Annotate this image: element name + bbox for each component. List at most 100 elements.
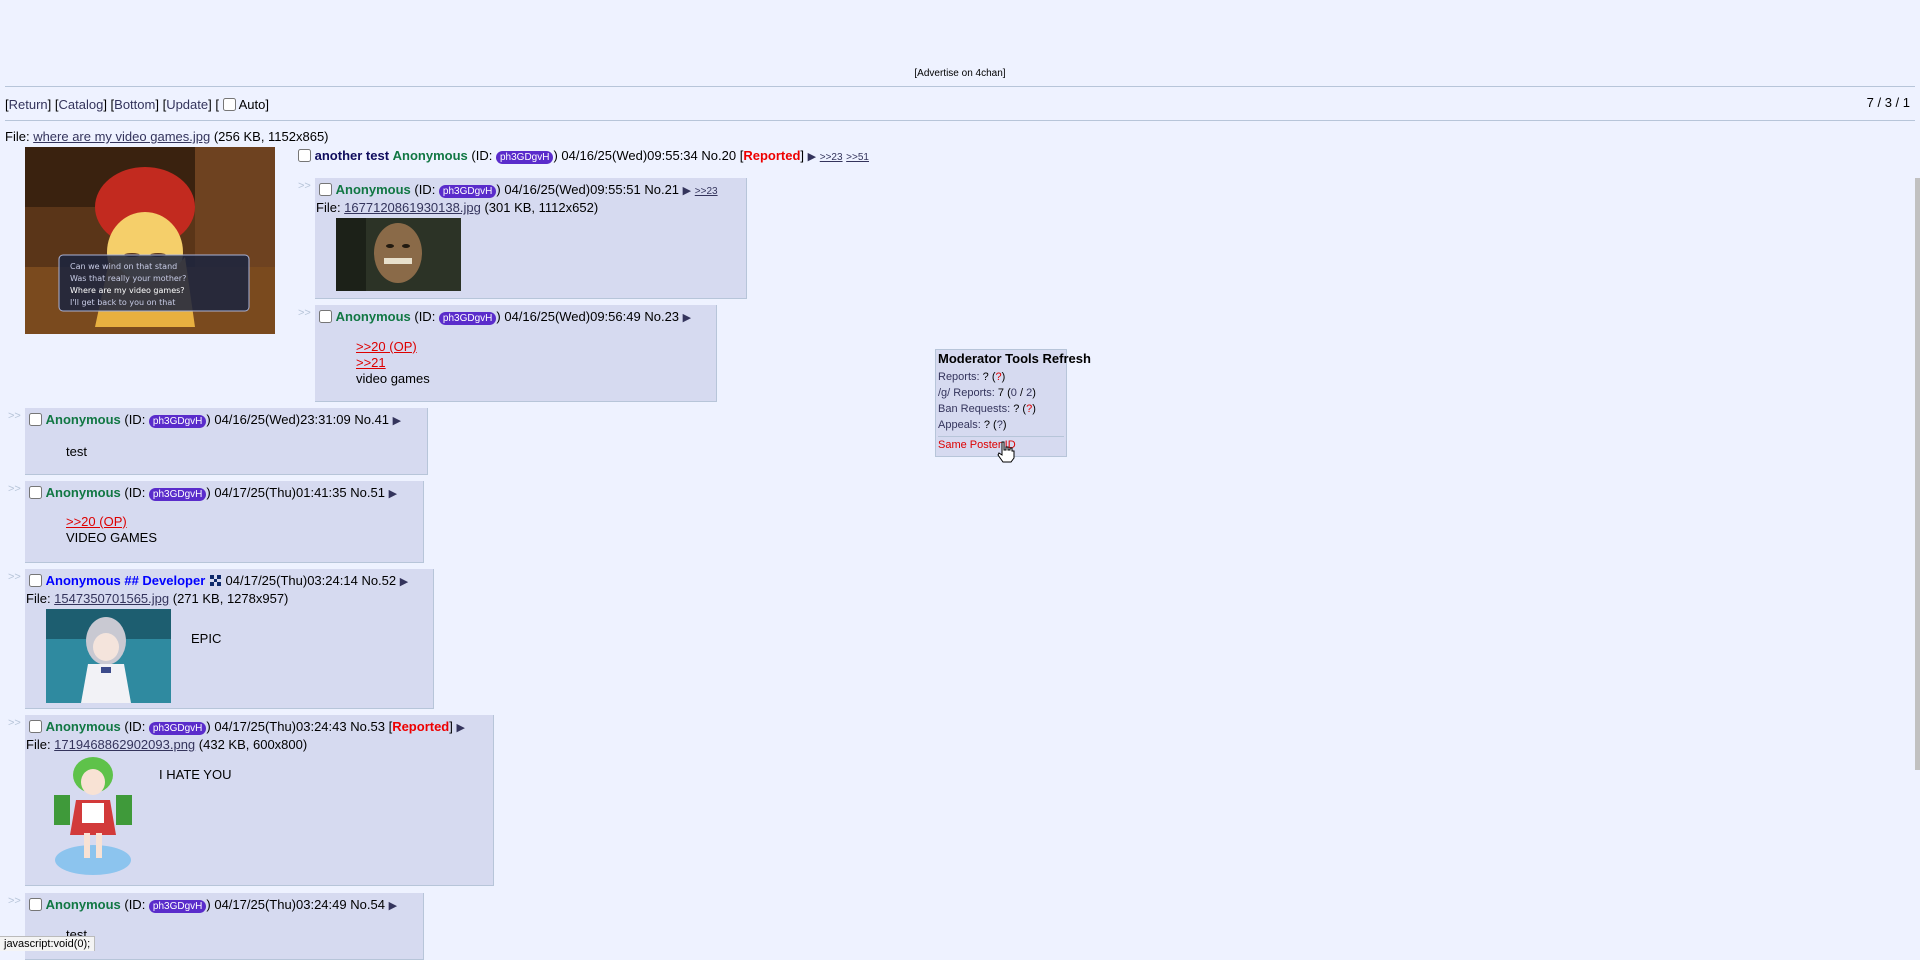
post-info: Anonymous ## Developer 04/17/25(Thu)03:2… bbox=[29, 573, 408, 588]
op-file-info: File: where are my video games.jpg (256 … bbox=[5, 129, 329, 144]
post-file-link[interactable]: 1677120861930138.jpg bbox=[344, 200, 481, 215]
post-thumbnail[interactable] bbox=[46, 609, 171, 703]
poster-id[interactable]: ph3GDgvH bbox=[148, 722, 207, 735]
post-info: Anonymous (ID: ph3GDgvH) 04/16/25(Wed)09… bbox=[319, 182, 718, 198]
post-file-link[interactable]: 1547350701565.jpg bbox=[54, 591, 169, 606]
g-reports-link[interactable]: /g/ Reports: bbox=[938, 387, 995, 399]
reply-post-51: Anonymous (ID: ph3GDgvH) 04/17/25(Thu)01… bbox=[25, 481, 424, 563]
post-thumbnail[interactable] bbox=[336, 218, 461, 291]
poster-id[interactable]: ph3GDgvH bbox=[148, 415, 207, 428]
quote-link-op[interactable]: >>20 (OP) bbox=[356, 339, 417, 354]
post-number[interactable]: No.53 bbox=[350, 719, 385, 734]
page-scrollbar[interactable] bbox=[1915, 178, 1920, 770]
post-number[interactable]: No.41 bbox=[354, 412, 389, 427]
reports-q: ? bbox=[995, 371, 1002, 383]
post-file-info: File: 1719468862902093.png (432 KB, 600x… bbox=[26, 737, 308, 752]
post-select-checkbox[interactable] bbox=[319, 183, 332, 196]
post-select-checkbox[interactable] bbox=[29, 898, 42, 911]
op-reported-badge: Reported bbox=[743, 148, 801, 163]
side-arrows: >> bbox=[8, 410, 21, 422]
divider-top bbox=[5, 86, 1915, 87]
mod-tools-title: Moderator Tools Refresh bbox=[938, 351, 1091, 366]
post-select-checkbox[interactable] bbox=[29, 413, 42, 426]
side-arrows: >> bbox=[8, 717, 21, 729]
op-thumbnail[interactable]: Can we wind on that stand Was that reall… bbox=[25, 147, 275, 334]
post-thumbnail[interactable] bbox=[46, 755, 140, 880]
advertise-link-wrapper: [Advertise on 4chan] bbox=[0, 68, 1920, 79]
post-backlink[interactable]: >>23 bbox=[695, 186, 718, 197]
op-post-number[interactable]: No.20 bbox=[701, 148, 736, 163]
mod-reports-row: Reports: ? (?) bbox=[938, 371, 1006, 383]
op-name: Anonymous bbox=[392, 148, 468, 163]
mod-appeals-row: Appeals: ? (?) bbox=[938, 419, 1007, 431]
bottom-link[interactable]: Bottom bbox=[114, 97, 155, 112]
post-file-info: File: 1547350701565.jpg (271 KB, 1278x95… bbox=[26, 591, 289, 606]
poster-id[interactable]: ph3GDgvH bbox=[148, 900, 207, 913]
quote-link-21[interactable]: >>21 bbox=[356, 355, 386, 370]
return-link[interactable]: Return bbox=[9, 97, 48, 112]
post-select-checkbox[interactable] bbox=[29, 486, 42, 499]
mod-g-reports-row: /g/ Reports: 7 (0 / 2) bbox=[938, 387, 1036, 399]
side-arrows: >> bbox=[8, 571, 21, 583]
quote-link-op[interactable]: >>20 (OP) bbox=[66, 514, 127, 529]
poster-id[interactable]: ph3GDgvH bbox=[438, 185, 497, 198]
post-number[interactable]: No.23 bbox=[644, 309, 679, 324]
op-datetime: 04/16/25(Wed)09:55:34 bbox=[561, 148, 698, 163]
post-menu-arrow-icon[interactable]: ▶ bbox=[683, 312, 691, 324]
reply-post-52: Anonymous ## Developer 04/17/25(Thu)03:2… bbox=[25, 569, 434, 709]
mod-refresh-button[interactable]: Refresh bbox=[1043, 351, 1091, 366]
op-poster-id[interactable]: ph3GDgvH bbox=[495, 151, 554, 164]
update-link[interactable]: Update bbox=[166, 97, 208, 112]
post-file-meta: (301 KB, 1112x652) bbox=[484, 200, 599, 215]
op-menu-arrow-icon[interactable]: ▶ bbox=[808, 151, 816, 163]
post-datetime: 04/16/25(Wed)23:31:09 bbox=[214, 412, 351, 427]
thumb-caption-3: Where are my video games? bbox=[70, 286, 185, 295]
poster-id[interactable]: ph3GDgvH bbox=[148, 488, 207, 501]
post-menu-arrow-icon[interactable]: ▶ bbox=[683, 185, 691, 197]
post-info: Anonymous (ID: ph3GDgvH) 04/16/25(Wed)09… bbox=[319, 309, 691, 325]
ban-value: ? bbox=[1013, 403, 1020, 415]
post-select-checkbox[interactable] bbox=[29, 720, 42, 733]
side-arrows: >> bbox=[8, 483, 21, 495]
post-file-link[interactable]: 1719468862902093.png bbox=[54, 737, 195, 752]
reply-post-41: Anonymous (ID: ph3GDgvH) 04/16/25(Wed)23… bbox=[25, 408, 428, 475]
op-select-checkbox[interactable] bbox=[298, 149, 311, 162]
post-select-checkbox[interactable] bbox=[29, 574, 42, 587]
catalog-link[interactable]: Catalog bbox=[59, 97, 104, 112]
post-menu-arrow-icon[interactable]: ▶ bbox=[393, 415, 401, 427]
post-menu-arrow-icon[interactable]: ▶ bbox=[389, 488, 397, 500]
post-datetime: 04/16/25(Wed)09:56:49 bbox=[504, 309, 641, 324]
post-number[interactable]: No.54 bbox=[350, 897, 385, 912]
poster-name-developer: Anonymous ## Developer bbox=[45, 573, 206, 588]
post-message: >>20 (OP) VIDEO GAMES bbox=[66, 514, 157, 546]
poster-name: Anonymous bbox=[45, 897, 121, 912]
post-number[interactable]: No.52 bbox=[361, 573, 396, 588]
reply-post-21: Anonymous (ID: ph3GDgvH) 04/16/25(Wed)09… bbox=[315, 178, 747, 299]
post-menu-arrow-icon[interactable]: ▶ bbox=[400, 576, 408, 588]
post-menu-arrow-icon[interactable]: ▶ bbox=[389, 900, 397, 912]
hand-cursor-icon bbox=[997, 441, 1015, 463]
ban-q: ? bbox=[1026, 403, 1033, 415]
op-backlink-23[interactable]: >>23 bbox=[820, 152, 843, 163]
post-datetime: 04/17/25(Thu)03:24:49 bbox=[214, 897, 347, 912]
advertise-link[interactable]: [Advertise on 4chan] bbox=[914, 68, 1005, 79]
post-select-checkbox[interactable] bbox=[319, 310, 332, 323]
mod-divider bbox=[938, 436, 1064, 437]
reply-post-23: Anonymous (ID: ph3GDgvH) 04/16/25(Wed)09… bbox=[315, 305, 717, 402]
post-number[interactable]: No.21 bbox=[644, 182, 679, 197]
browser-status-bar: javascript:void(0); bbox=[0, 936, 96, 951]
poster-name: Anonymous bbox=[335, 309, 411, 324]
reports-link[interactable]: Reports: bbox=[938, 371, 980, 383]
ban-requests-link[interactable]: Ban Requests: bbox=[938, 403, 1010, 415]
op-backlink-51[interactable]: >>51 bbox=[846, 152, 869, 163]
thumb-caption-1: Can we wind on that stand bbox=[70, 262, 177, 271]
auto-update-checkbox[interactable] bbox=[222, 98, 236, 111]
post-text: I HATE YOU bbox=[159, 767, 232, 782]
appeals-link[interactable]: Appeals: bbox=[938, 419, 981, 431]
post-menu-arrow-icon[interactable]: ▶ bbox=[456, 722, 464, 734]
op-file-link[interactable]: where are my video games.jpg bbox=[33, 129, 210, 144]
side-arrows: >> bbox=[298, 307, 311, 319]
poster-id[interactable]: ph3GDgvH bbox=[438, 312, 497, 325]
divider-nav bbox=[5, 120, 1915, 121]
post-number[interactable]: No.51 bbox=[350, 485, 385, 500]
